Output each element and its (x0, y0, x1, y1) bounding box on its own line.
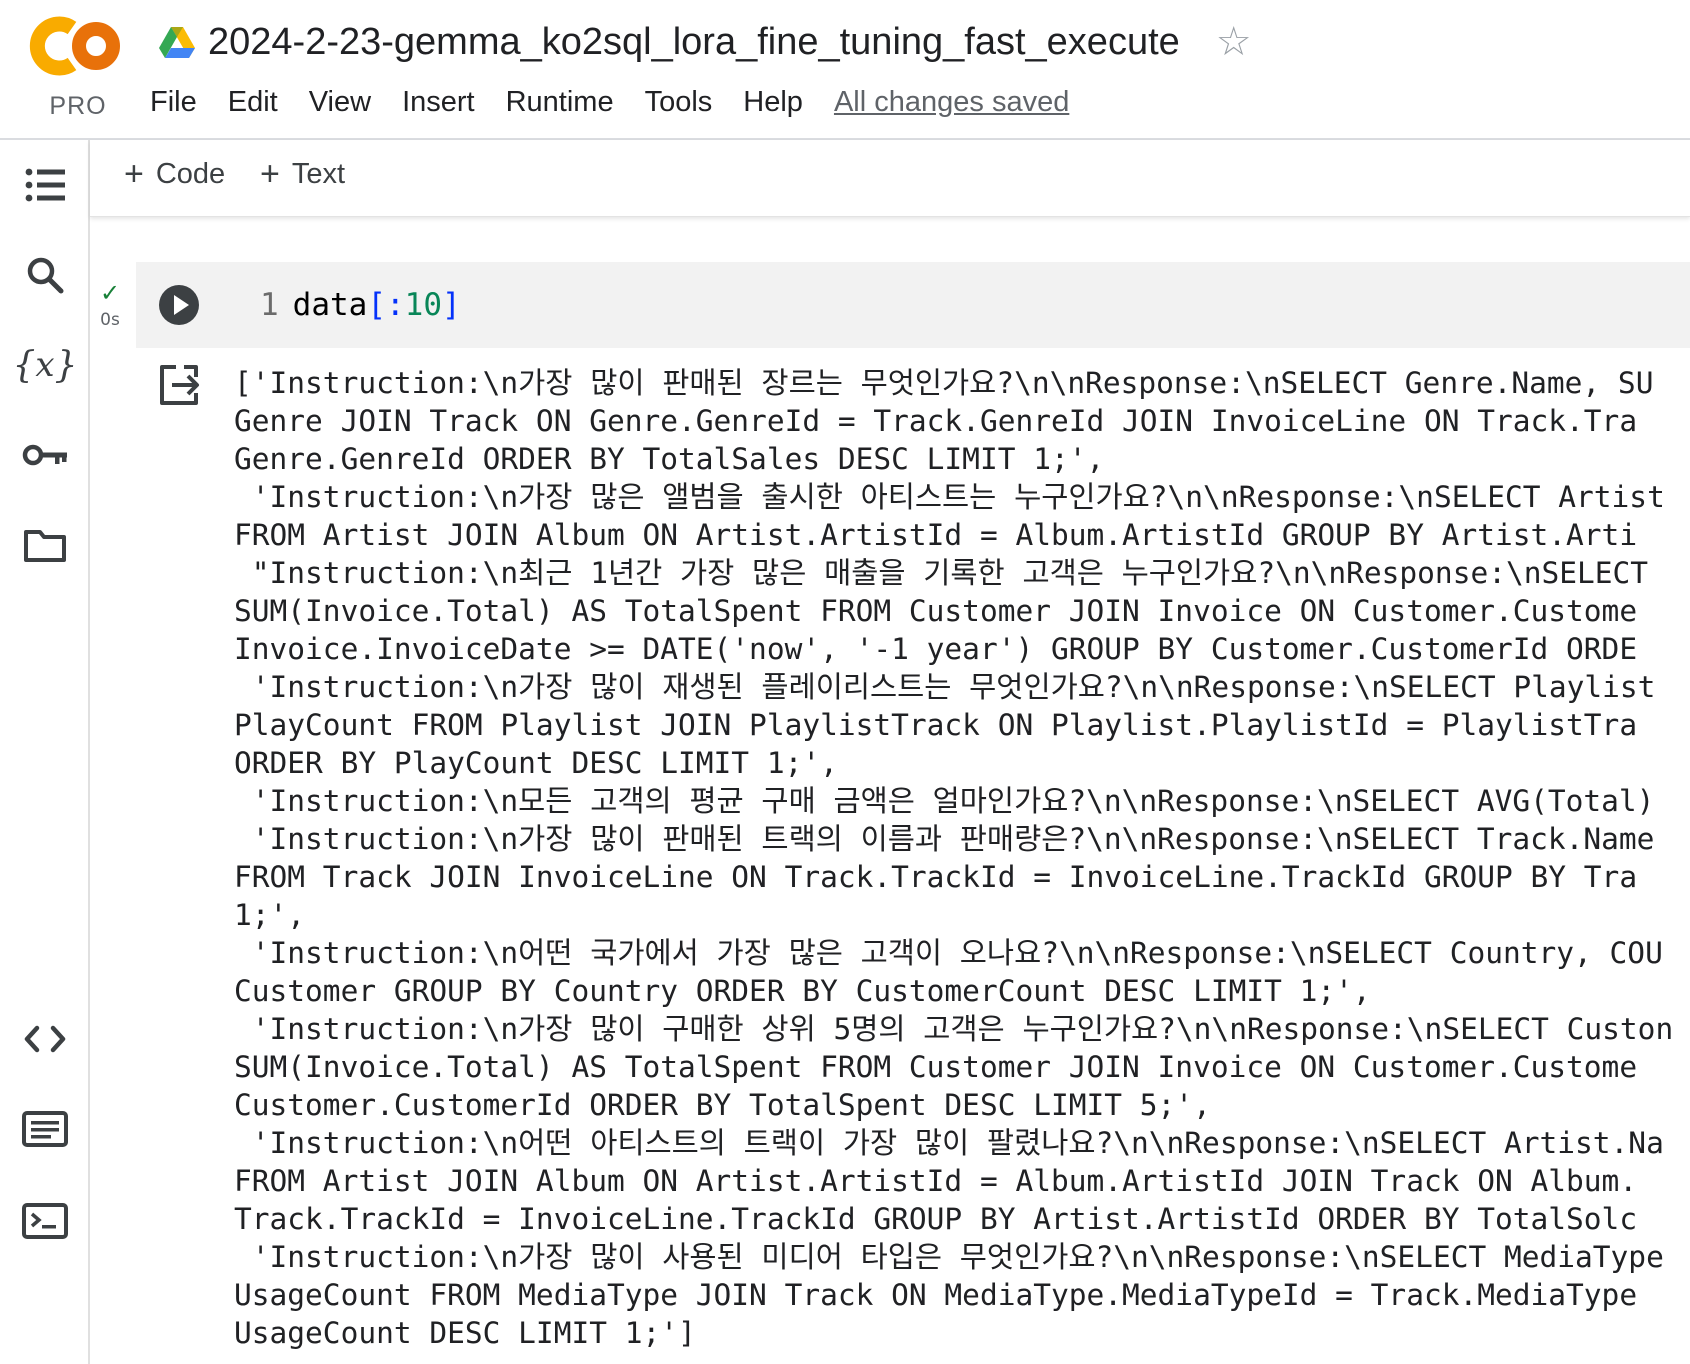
line-number: 1 (260, 287, 279, 323)
output-line: FROM Artist JOIN Album ON Artist.ArtistI… (234, 1164, 1638, 1198)
menu-file[interactable]: File (150, 86, 197, 119)
output-line: UsageCount FROM MediaType JOIN Track ON … (234, 1278, 1638, 1312)
output-line: 'Instruction:\n가장 많이 재생된 플레이리스트는 무엇인가요?\… (234, 670, 1656, 704)
output-line: UsageCount DESC LIMIT 1;'] (234, 1316, 696, 1350)
secrets-key-icon[interactable] (22, 432, 68, 478)
output-line: 'Instruction:\n가장 많이 구매한 상위 5명의 고객은 누구인가… (234, 1012, 1674, 1046)
output-line: 'Instruction:\n모든 고객의 평균 구매 금액은 얼마인가요?\n… (234, 784, 1655, 818)
code-editor-line[interactable]: 1 data[:10] (260, 284, 461, 326)
output-line: 1;', (234, 898, 306, 932)
files-folder-icon[interactable] (22, 522, 68, 568)
output-line: PlayCount FROM Playlist JOIN PlaylistTra… (234, 708, 1638, 742)
code-bracket-close: ] (441, 287, 461, 323)
output-line: 'Instruction:\n어떤 국가에서 가장 많은 고객이 오나요?\n\… (234, 936, 1663, 970)
output-line: Invoice.InvoiceDate >= DATE('now', '-1 y… (234, 632, 1638, 666)
output-line: Track.TrackId = InvoiceLine.TrackId GROU… (234, 1202, 1638, 1236)
code-identifier: data (292, 287, 368, 323)
menu-edit[interactable]: Edit (228, 86, 278, 119)
run-cell-icon[interactable] (158, 284, 200, 326)
output-line: ['Instruction:\n가장 많이 판매된 장르는 무엇인가요?\n\n… (234, 366, 1654, 400)
left-sidebar: {x} (0, 140, 90, 1364)
colab-co-icon (29, 16, 120, 76)
output-line: FROM Track JOIN InvoiceLine ON Track.Tra… (234, 860, 1638, 894)
output-line: Genre.GenreId ORDER BY TotalSales DESC L… (234, 442, 1105, 476)
output-line: SUM(Invoice.Total) AS TotalSpent FROM Cu… (234, 1050, 1638, 1084)
code-number: 10 (404, 287, 442, 323)
table-of-contents-icon[interactable] (22, 162, 68, 208)
notebook-title[interactable]: 2024-2-23-gemma_ko2sql_lora_fine_tuning_… (208, 21, 1180, 64)
menu-runtime[interactable]: Runtime (506, 86, 614, 119)
search-icon[interactable] (22, 252, 68, 298)
output-line: "Instruction:\n최근 1년간 가장 많은 매출을 기록한 고객은 … (234, 556, 1649, 590)
terminal-icon[interactable] (22, 1198, 68, 1244)
output-line: 'Instruction:\n가장 많이 판매된 트랙의 이름과 판매량은?\n… (234, 822, 1655, 856)
menu-tools[interactable]: Tools (645, 86, 713, 119)
output-line: 'Instruction:\n가장 많은 앨범을 출시한 아티스트는 누구인가요… (234, 480, 1665, 514)
success-check-icon: ✓ (99, 280, 121, 307)
execution-time: 0s (100, 310, 120, 330)
menu-help[interactable]: Help (743, 86, 803, 119)
add-text-cell-button[interactable]: + Text (260, 157, 345, 191)
output-line: FROM Artist JOIN Album ON Artist.ArtistI… (234, 518, 1638, 552)
output-line: Customer.CustomerId ORDER BY TotalSpent … (234, 1088, 1211, 1122)
cell-output: ['Instruction:\n가장 많이 판매된 장르는 무엇인가요?\n\n… (234, 364, 1690, 1364)
star-icon[interactable]: ☆ (1216, 22, 1252, 62)
save-status-link[interactable]: All changes saved (834, 86, 1069, 119)
command-palette-icon[interactable] (22, 1106, 68, 1152)
output-actions-icon[interactable] (158, 363, 202, 407)
variables-icon[interactable]: {x} (13, 342, 78, 388)
menu-insert[interactable]: Insert (402, 86, 475, 119)
output-line: Genre JOIN Track ON Genre.GenreId = Trac… (234, 404, 1638, 438)
insert-toolbar: + Code + Text (90, 140, 1690, 217)
pro-label: PRO (49, 92, 107, 120)
menu-bar: File Edit View Insert Runtime Tools Help… (150, 80, 1069, 124)
google-drive-icon[interactable] (158, 25, 196, 59)
output-line: Customer GROUP BY Country ORDER BY Custo… (234, 974, 1371, 1008)
output-line: SUM(Invoice.Total) AS TotalSpent FROM Cu… (234, 594, 1638, 628)
output-line: 'Instruction:\n어떤 아티스트의 트랙이 가장 많이 팔렸나요?\… (234, 1126, 1664, 1160)
plus-icon: + (124, 155, 144, 193)
cell-execution-status: ✓ 0s (96, 280, 124, 331)
plus-icon: + (260, 155, 280, 193)
menu-view[interactable]: View (309, 86, 371, 119)
code-snippets-icon[interactable] (22, 1016, 68, 1062)
colab-logo[interactable]: PRO (28, 14, 128, 120)
add-code-label: Code (155, 157, 226, 190)
output-line: 'Instruction:\n가장 많이 사용된 미디어 타입은 무엇인가요?\… (234, 1240, 1664, 1274)
output-line: ORDER BY PlayCount DESC LIMIT 1;', (234, 746, 838, 780)
code-bracket-open: [: (367, 287, 405, 323)
app-header: PRO 2024-2-23-gemma_ko2sql_lora_fine_tun… (0, 0, 1690, 140)
add-text-label: Text (291, 157, 346, 190)
add-code-cell-button[interactable]: + Code (124, 157, 225, 191)
code-cell[interactable]: 1 data[:10] (136, 262, 1690, 348)
